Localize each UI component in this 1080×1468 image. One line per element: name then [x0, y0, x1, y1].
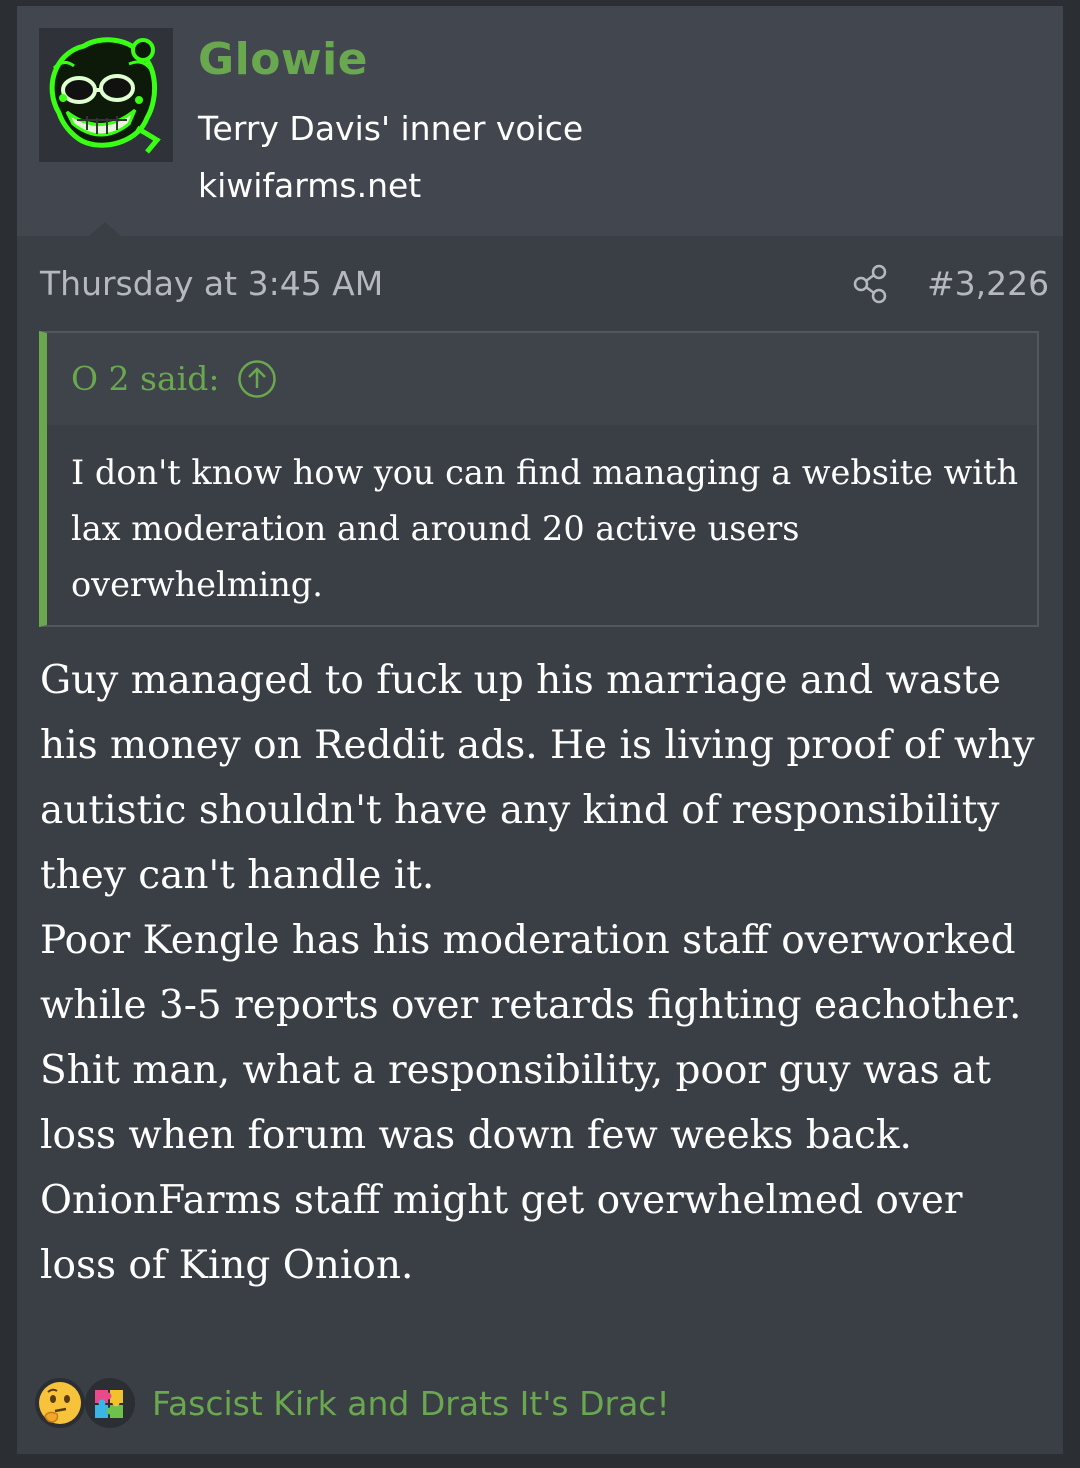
username[interactable]: Glowie — [198, 34, 368, 85]
share-button[interactable] — [853, 264, 889, 304]
quote-text: I don't know how you can find managing a… — [71, 453, 1019, 604]
thinking-face-icon — [35, 1378, 85, 1428]
quote-author[interactable]: O 2 said: — [71, 359, 219, 398]
share-icon — [853, 264, 887, 304]
reactions-bar[interactable]: Fascist Kirk and Drats It's Drac! — [35, 1378, 1045, 1438]
quote-jump-button[interactable] — [237, 359, 277, 399]
reaction-users[interactable]: Fascist Kirk and Drats It's Drac! — [152, 1384, 670, 1423]
glowie-avatar-icon — [39, 28, 173, 162]
user-title: Terry Davis' inner voice — [198, 109, 584, 148]
arrow-up-circle-icon — [238, 360, 276, 398]
quote-block: O 2 said: I don't know how you can find … — [39, 331, 1039, 627]
header-caret — [89, 222, 121, 236]
post-date[interactable]: Thursday at 3:45 AM — [40, 264, 383, 303]
puzzle-piece-icon — [85, 1378, 135, 1428]
post-number[interactable]: #3,226 — [927, 264, 1049, 303]
quote-header: O 2 said: — [47, 333, 1037, 425]
post: Glowie Terry Davis' inner voice kiwifarm… — [17, 6, 1063, 1454]
post-message: Guy managed to fuck up his marriage and … — [40, 658, 1035, 1288]
user-header: Glowie Terry Davis' inner voice kiwifarm… — [17, 6, 1063, 236]
avatar[interactable] — [39, 28, 173, 162]
user-banner: kiwifarms.net — [198, 166, 422, 205]
